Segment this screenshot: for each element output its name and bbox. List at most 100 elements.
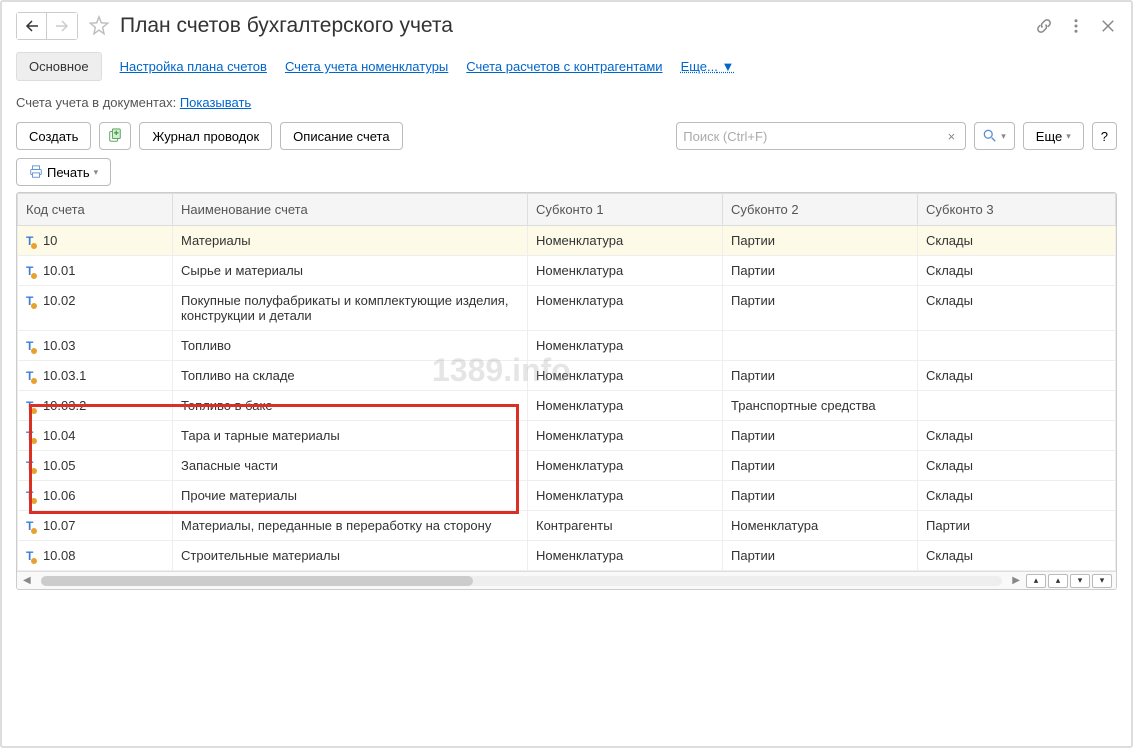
table-row[interactable]: T 10.06Прочие материалыНоменклатураПарти… bbox=[18, 481, 1116, 511]
col-sub3[interactable]: Субконто 3 bbox=[918, 194, 1116, 226]
scroll-up-icon[interactable]: ▴ bbox=[1048, 574, 1068, 588]
cell-sub2: Транспортные средства bbox=[723, 391, 918, 421]
search-input[interactable] bbox=[683, 129, 943, 144]
tab-counterparties[interactable]: Счета расчетов с контрагентами bbox=[466, 59, 662, 74]
cell-code: T 10.06 bbox=[18, 481, 173, 511]
tab-settings[interactable]: Настройка плана счетов bbox=[120, 59, 267, 74]
cell-sub1: Номенклатура bbox=[528, 541, 723, 571]
cell-sub3: Склады bbox=[918, 421, 1116, 451]
cell-sub1: Номенклатура bbox=[528, 286, 723, 331]
cell-name: Топливо на складе bbox=[173, 361, 528, 391]
account-icon: T bbox=[26, 519, 33, 533]
cell-sub2: Партии bbox=[723, 451, 918, 481]
table-row[interactable]: T 10.07Материалы, переданные в переработ… bbox=[18, 511, 1116, 541]
cell-sub1: Номенклатура bbox=[528, 256, 723, 286]
cell-sub2: Партии bbox=[723, 226, 918, 256]
more-button[interactable]: Еще ▾ bbox=[1023, 122, 1084, 150]
table-row[interactable]: T 10.01Сырье и материалыНоменклатураПарт… bbox=[18, 256, 1116, 286]
account-icon: T bbox=[26, 399, 33, 413]
help-button[interactable]: ? bbox=[1092, 122, 1117, 150]
cell-sub2 bbox=[723, 331, 918, 361]
cell-sub1: Номенклатура bbox=[528, 451, 723, 481]
table-row[interactable]: T 10.08Строительные материалыНоменклатур… bbox=[18, 541, 1116, 571]
cell-code: T 10.02 bbox=[18, 286, 173, 331]
cell-sub2: Партии bbox=[723, 361, 918, 391]
cell-sub1: Контрагенты bbox=[528, 511, 723, 541]
journal-button[interactable]: Журнал проводок bbox=[139, 122, 272, 150]
tabs-bar: Основное Настройка плана счетов Счета уч… bbox=[16, 52, 1117, 81]
print-button[interactable]: Печать ▾ bbox=[16, 158, 111, 186]
account-icon: T bbox=[26, 294, 33, 308]
col-sub2[interactable]: Субконто 2 bbox=[723, 194, 918, 226]
cell-name: Прочие материалы bbox=[173, 481, 528, 511]
nav-arrows bbox=[16, 12, 78, 40]
account-icon: T bbox=[26, 234, 33, 248]
scroll-down-icon[interactable]: ▾ bbox=[1070, 574, 1090, 588]
cell-name: Тара и тарные материалы bbox=[173, 421, 528, 451]
table-row[interactable]: T 10.04Тара и тарные материалыНоменклату… bbox=[18, 421, 1116, 451]
cell-code: T 10.03 bbox=[18, 331, 173, 361]
scrollbar-thumb[interactable] bbox=[41, 576, 474, 586]
cell-name: Запасные части bbox=[173, 451, 528, 481]
accounts-table: Код счета Наименование счета Субконто 1 … bbox=[16, 192, 1117, 590]
search-box[interactable]: × bbox=[676, 122, 966, 150]
cell-code: T 10.03.1 bbox=[18, 361, 173, 391]
cell-sub3: Партии bbox=[918, 511, 1116, 541]
plus-icon bbox=[108, 128, 122, 145]
cell-sub1: Номенклатура bbox=[528, 361, 723, 391]
cell-name: Топливо в баке bbox=[173, 391, 528, 421]
account-icon: T bbox=[26, 549, 33, 563]
table-row[interactable]: T 10МатериалыНоменклатураПартииСклады bbox=[18, 226, 1116, 256]
scroll-right-icon[interactable]: ▶ bbox=[1006, 575, 1026, 586]
col-sub1[interactable]: Субконто 1 bbox=[528, 194, 723, 226]
tab-more[interactable]: Еще... ▼ bbox=[681, 59, 735, 74]
forward-button[interactable] bbox=[47, 13, 77, 39]
cell-sub3: Склады bbox=[918, 286, 1116, 331]
link-icon[interactable] bbox=[1035, 17, 1053, 35]
cell-code: T 10 bbox=[18, 226, 173, 256]
scroll-bottom-icon[interactable]: ▾ bbox=[1092, 574, 1112, 588]
create-button[interactable]: Создать bbox=[16, 122, 91, 150]
table-row[interactable]: T 10.03.2Топливо в бакеНоменклатураТранс… bbox=[18, 391, 1116, 421]
cell-sub1: Номенклатура bbox=[528, 391, 723, 421]
cell-code: T 10.08 bbox=[18, 541, 173, 571]
scroll-top-icon[interactable]: ▴ bbox=[1026, 574, 1046, 588]
cell-sub3 bbox=[918, 331, 1116, 361]
table-row[interactable]: T 10.02Покупные полуфабрикаты и комплект… bbox=[18, 286, 1116, 331]
table-row[interactable]: T 10.05Запасные частиНоменклатураПартииС… bbox=[18, 451, 1116, 481]
cell-sub1: Номенклатура bbox=[528, 331, 723, 361]
cell-sub1: Номенклатура bbox=[528, 481, 723, 511]
horizontal-scrollbar[interactable]: ◀ ▶ ▴ ▴ ▾ ▾ bbox=[17, 571, 1116, 589]
table-row[interactable]: T 10.03ТопливоНоменклатура bbox=[18, 331, 1116, 361]
table-row[interactable]: T 10.03.1Топливо на складеНоменклатураПа… bbox=[18, 361, 1116, 391]
account-icon: T bbox=[26, 264, 33, 278]
back-button[interactable] bbox=[17, 13, 47, 39]
cell-sub2: Партии bbox=[723, 256, 918, 286]
col-code[interactable]: Код счета bbox=[18, 194, 173, 226]
close-icon[interactable] bbox=[1099, 17, 1117, 35]
toolbar: Создать Журнал проводок Описание счета ×… bbox=[16, 122, 1117, 150]
search-clear-icon[interactable]: × bbox=[944, 129, 960, 144]
cell-sub3: Склады bbox=[918, 451, 1116, 481]
favorite-star-icon[interactable] bbox=[88, 15, 110, 37]
col-name[interactable]: Наименование счета bbox=[173, 194, 528, 226]
search-button[interactable]: ▾ bbox=[974, 122, 1015, 150]
tab-nomenclature[interactable]: Счета учета номенклатуры bbox=[285, 59, 448, 74]
cell-name: Материалы, переданные в переработку на с… bbox=[173, 511, 528, 541]
cell-code: T 10.01 bbox=[18, 256, 173, 286]
cell-sub1: Номенклатура bbox=[528, 226, 723, 256]
tab-main[interactable]: Основное bbox=[16, 52, 102, 81]
filter-toggle[interactable]: Показывать bbox=[180, 95, 251, 110]
cell-sub3 bbox=[918, 391, 1116, 421]
description-button[interactable]: Описание счета bbox=[280, 122, 402, 150]
page-title: План счетов бухгалтерского учета bbox=[120, 14, 1035, 38]
account-icon: T bbox=[26, 369, 33, 383]
table-header: Код счета Наименование счета Субконто 1 … bbox=[18, 194, 1116, 226]
scroll-left-icon[interactable]: ◀ bbox=[17, 575, 37, 586]
cell-name: Сырье и материалы bbox=[173, 256, 528, 286]
cell-name: Покупные полуфабрикаты и комплектующие и… bbox=[173, 286, 528, 331]
cell-sub2: Партии bbox=[723, 481, 918, 511]
menu-dots-icon[interactable] bbox=[1067, 17, 1085, 35]
create-copy-button[interactable] bbox=[99, 122, 131, 150]
account-icon: T bbox=[26, 429, 33, 443]
